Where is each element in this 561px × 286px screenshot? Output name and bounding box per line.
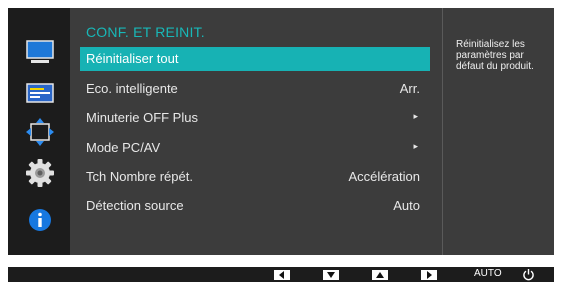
menu-panel: CONF. ET REINIT. Réinitialiser tout Eco.… xyxy=(70,8,443,255)
menu-item-label: Détection source xyxy=(86,198,184,213)
monitor-icon[interactable] xyxy=(23,35,57,69)
submenu-arrow-icon: ▸ xyxy=(413,111,418,121)
power-icon[interactable] xyxy=(522,268,535,281)
info-icon[interactable] xyxy=(23,203,57,237)
screen-icon[interactable] xyxy=(23,76,57,110)
menu-item-detection-source[interactable]: Détection source Auto xyxy=(80,194,430,218)
menu-item-tch-nombre-repet[interactable]: Tch Nombre répét. Accélération xyxy=(80,165,430,189)
right-arrow-icon[interactable] xyxy=(421,270,437,280)
menu-item-label: Minuterie OFF Plus xyxy=(86,110,198,125)
submenu-arrow-icon: ▸ xyxy=(413,141,418,151)
menu-item-value: Arr. xyxy=(399,81,420,96)
auto-button[interactable]: AUTO xyxy=(474,268,502,279)
menu-item-value: Accélération xyxy=(348,169,420,184)
menu-item-label: Tch Nombre répét. xyxy=(86,169,193,184)
up-arrow-icon[interactable] xyxy=(372,270,388,280)
left-arrow-icon[interactable] xyxy=(274,270,290,280)
menu-item-eco-intelligente[interactable]: Eco. intelligente Arr. xyxy=(80,77,430,101)
help-text: Réinitialisez les paramètres par défaut … xyxy=(456,39,534,72)
down-arrow-icon[interactable] xyxy=(323,270,339,280)
menu-item-label: Eco. intelligente xyxy=(86,81,178,96)
menu-item-label: Mode PC/AV xyxy=(86,140,161,155)
menu-item-label: Réinitialiser tout xyxy=(86,51,179,66)
osd-window: CONF. ET REINIT. Réinitialiser tout Eco.… xyxy=(8,8,554,255)
menu-title: CONF. ET REINIT. xyxy=(86,24,205,40)
size-position-icon[interactable] xyxy=(23,115,57,149)
bottom-button-bar: AUTO xyxy=(8,267,554,282)
help-panel: Réinitialisez les paramètres par défaut … xyxy=(443,8,554,255)
menu-item-reset-all[interactable]: Réinitialiser tout xyxy=(80,47,430,71)
gear-icon[interactable] xyxy=(23,156,57,190)
menu-item-mode-pc-av[interactable]: Mode PC/AV ▸ xyxy=(80,136,430,160)
menu-item-value: Auto xyxy=(393,198,420,213)
sidebar xyxy=(8,8,70,255)
menu-item-minuterie-off-plus[interactable]: Minuterie OFF Plus ▸ xyxy=(80,106,430,130)
